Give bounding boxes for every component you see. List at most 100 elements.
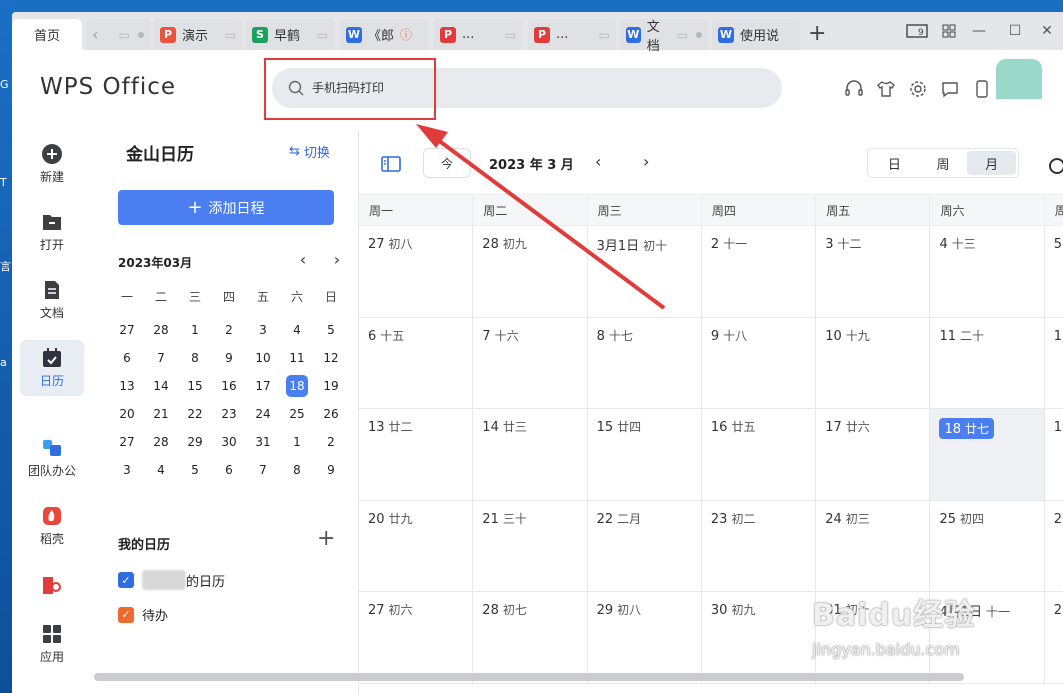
headset-icon[interactable] <box>843 78 865 100</box>
mini-day[interactable]: 25 <box>280 400 314 428</box>
close-icon[interactable]: ✕ <box>1034 18 1060 44</box>
day-cell[interactable]: 2十二 <box>1044 592 1063 684</box>
grid-icon[interactable] <box>936 18 962 44</box>
day-cell[interactable]: 15 廿四 <box>587 409 702 501</box>
day-cell[interactable]: 5十四 <box>1044 226 1063 318</box>
view-month-button[interactable]: 月 <box>967 151 1017 175</box>
day-cell[interactable]: 14 廿三 <box>473 409 588 501</box>
mini-day[interactable]: 22 <box>178 400 212 428</box>
day-cell[interactable]: 26初五 <box>1044 501 1063 593</box>
day-cell[interactable]: 18 廿七 <box>930 409 1045 501</box>
day-cell[interactable]: 23 初二 <box>701 500 817 593</box>
day-cell[interactable]: 19廿八 <box>1044 409 1063 501</box>
mini-day[interactable]: 1 <box>178 316 212 344</box>
mini-day[interactable]: 2 <box>212 316 246 344</box>
mini-day[interactable]: 28 <box>144 428 178 456</box>
tab-pdf-1[interactable]: P ... ▭ <box>434 19 522 50</box>
mini-day[interactable]: 29 <box>178 428 212 456</box>
nav-documents[interactable]: 文档 <box>20 272 84 328</box>
nav-library[interactable] <box>20 562 84 608</box>
day-cell[interactable]: 24 初三 <box>816 500 931 593</box>
mini-day-today[interactable]: 18 <box>286 375 308 397</box>
calendar-item-todo[interactable]: ✓ 待办 <box>118 605 168 624</box>
tab-document-1[interactable]: W 《郎 ⓘ <box>340 19 428 50</box>
mini-day[interactable]: 7 <box>246 456 280 484</box>
mini-day[interactable]: 5 <box>314 316 348 344</box>
mini-day[interactable]: 11 <box>280 344 314 372</box>
horizontal-scrollbar[interactable] <box>94 673 964 681</box>
mini-day[interactable]: 6 <box>110 344 144 372</box>
mini-day[interactable]: 28 <box>144 316 178 344</box>
sidebar-toggle-icon[interactable] <box>381 154 401 174</box>
day-cell[interactable]: 20 廿九 <box>359 500 474 593</box>
mini-day[interactable]: 27 <box>110 316 144 344</box>
nav-new[interactable]: 新建 <box>20 136 84 192</box>
mini-day[interactable]: 9 <box>314 456 348 484</box>
mini-prev-month-icon[interactable]: ‹ <box>294 250 312 269</box>
skin-icon[interactable] <box>875 78 897 100</box>
mini-day[interactable]: 6 <box>212 456 246 484</box>
message-icon[interactable] <box>939 78 961 100</box>
mini-day[interactable]: 24 <box>246 400 280 428</box>
nav-open[interactable]: 打开 <box>20 204 84 260</box>
mini-day[interactable]: 12 <box>314 344 348 372</box>
mini-day[interactable]: 14 <box>144 372 178 400</box>
mini-day[interactable]: 8 <box>178 344 212 372</box>
tab-document-3[interactable]: W 使用说 <box>712 19 800 50</box>
view-week-button[interactable]: 周 <box>919 151 968 175</box>
day-cell[interactable]: 22 二月 <box>587 500 702 593</box>
mini-day[interactable]: 10 <box>246 344 280 372</box>
nav-docer[interactable]: 稻壳 <box>20 498 84 554</box>
maximize-icon[interactable]: ☐ <box>1002 18 1028 44</box>
prev-month-icon[interactable]: ‹ <box>595 152 601 171</box>
day-cell[interactable]: 28 初九 <box>473 226 588 318</box>
avatar[interactable] <box>996 59 1042 99</box>
tab-back[interactable]: ‹ ▭ <box>86 19 150 50</box>
next-month-icon[interactable]: › <box>643 152 649 171</box>
mini-day[interactable]: 7 <box>144 344 178 372</box>
mini-day[interactable]: 4 <box>280 316 314 344</box>
checkbox-icon[interactable]: ✓ <box>118 572 134 588</box>
mini-day[interactable]: 27 <box>110 428 144 456</box>
switch-button[interactable]: ⇆ 切换 <box>289 142 330 161</box>
day-cell[interactable]: 8 十七 <box>587 317 702 410</box>
add-calendar-button[interactable]: + <box>317 528 335 550</box>
mini-next-month-icon[interactable]: › <box>328 250 346 269</box>
mini-day[interactable]: 3 <box>110 456 144 484</box>
day-cell[interactable]: 29 初八 <box>587 592 702 684</box>
tab-spreadsheet[interactable]: S 早鹤 ▭ <box>246 19 334 50</box>
mini-day[interactable]: 15 <box>178 372 212 400</box>
mini-day[interactable]: 4 <box>144 456 178 484</box>
calendar-item-personal[interactable]: ✓ 的日历 <box>118 570 225 590</box>
today-button[interactable]: 今 <box>423 148 471 178</box>
day-cell[interactable]: 27 初六 <box>359 592 474 684</box>
day-cell[interactable]: 25 初四 <box>930 500 1045 593</box>
day-cell[interactable]: 13 廿二 <box>359 409 474 501</box>
mini-day[interactable]: 31 <box>246 428 280 456</box>
minimize-icon[interactable]: — <box>966 18 992 44</box>
day-cell[interactable]: 30 初九 <box>701 592 817 684</box>
day-cell[interactable]: 3月1日 初十 <box>587 226 702 318</box>
add-event-button[interactable]: + 添加日程 <box>118 190 334 225</box>
mini-day[interactable]: 1 <box>280 428 314 456</box>
mini-day[interactable]: 13 <box>110 372 144 400</box>
day-cell[interactable]: 16 廿五 <box>701 409 817 501</box>
tab-document-2[interactable]: W 文档 ▭ <box>620 19 708 54</box>
mini-day[interactable]: 21 <box>144 400 178 428</box>
day-cell[interactable]: 11 二十 <box>930 317 1045 410</box>
view-day-button[interactable]: 日 <box>870 151 919 175</box>
gear-icon[interactable] <box>907 78 929 100</box>
mini-day[interactable]: 9 <box>212 344 246 372</box>
nav-team[interactable]: 团队办公 <box>20 430 84 486</box>
day-cell[interactable]: 12廿一 <box>1044 318 1063 410</box>
mini-day[interactable]: 16 <box>212 372 246 400</box>
day-cell[interactable]: 4 十三 <box>930 226 1045 318</box>
phone-icon[interactable] <box>971 78 993 100</box>
day-cell[interactable]: 10 十九 <box>816 317 931 410</box>
day-cell[interactable]: 28 初七 <box>473 592 588 684</box>
day-cell[interactable]: 2 十一 <box>701 226 817 318</box>
day-cell[interactable]: 17 廿六 <box>816 409 931 501</box>
search-icon[interactable] <box>1049 158 1063 174</box>
day-cell[interactable]: 27 初八 <box>359 226 474 318</box>
mini-day[interactable]: 3 <box>246 316 280 344</box>
